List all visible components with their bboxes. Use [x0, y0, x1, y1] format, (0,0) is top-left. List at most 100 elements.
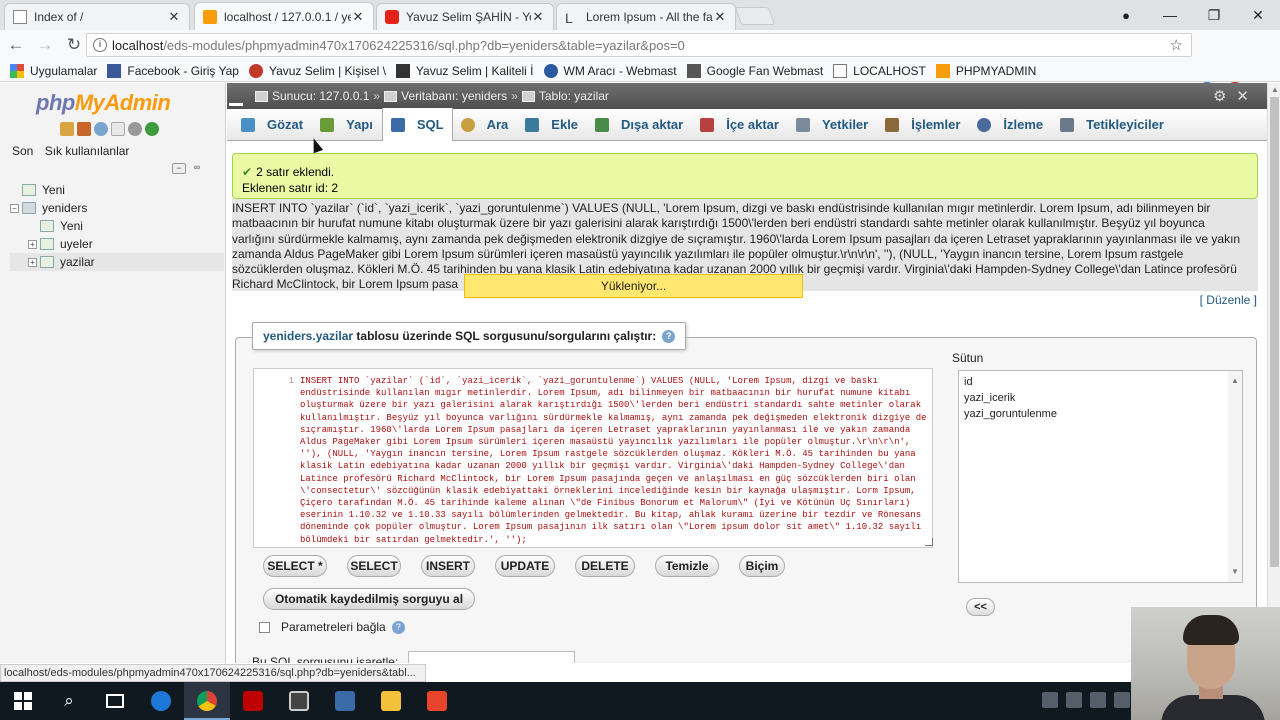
- browser-tab-phpmyadmin[interactable]: localhost / 127.0.0.1 / yer ✕: [194, 2, 374, 30]
- bind-parameters-checkbox[interactable]: [259, 621, 270, 633]
- back-icon[interactable]: ←: [3, 32, 29, 58]
- task-view-button[interactable]: [92, 682, 138, 720]
- get-auto-saved-query-button[interactable]: Otomatik kaydedilmiş sorguyu al: [263, 588, 475, 610]
- tab-import[interactable]: İçe aktar: [692, 109, 788, 141]
- columns-scrollbar[interactable]: ▲ ▼: [1228, 371, 1242, 582]
- taskbar-filezilla[interactable]: [230, 682, 276, 720]
- tree-item-yeniders[interactable]: − yeniders: [10, 199, 224, 217]
- help-icon[interactable]: ?: [391, 620, 405, 634]
- tab-sql[interactable]: SQL: [381, 108, 453, 141]
- page-scrollbar[interactable]: ▲: [1267, 83, 1280, 663]
- bookmark-query-input[interactable]: [408, 651, 575, 663]
- tray-icon[interactable]: [1090, 692, 1106, 708]
- columns-list[interactable]: id yazi_icerik yazi_goruntulenme ▲ ▼: [958, 370, 1243, 583]
- forward-icon[interactable]: →: [32, 32, 58, 58]
- bookmark-wm-araci[interactable]: WM Aracı - Webmast: [543, 63, 677, 78]
- select-button[interactable]: SELECT: [347, 555, 401, 577]
- select-all-button[interactable]: SELECT *: [263, 555, 327, 577]
- close-icon[interactable]: ✕: [167, 9, 181, 25]
- expand-icon[interactable]: +: [28, 257, 37, 267]
- browser-tab-index[interactable]: Index of / ✕: [4, 3, 190, 30]
- scroll-thumb[interactable]: [1270, 97, 1279, 567]
- maximize-window-button[interactable]: ❐: [1192, 7, 1236, 24]
- column-option[interactable]: yazi_icerik: [964, 390, 1237, 406]
- close-icon[interactable]: ✕: [713, 9, 727, 25]
- sql-editor[interactable]: 1 INSERT INTO `yazilar` (`id`, `yazi_ice…: [253, 368, 933, 548]
- browser-tab-lorem[interactable]: L Lorem Ipsum - All the fa ✕: [556, 3, 736, 30]
- tab-search[interactable]: Ara: [453, 109, 518, 141]
- home-icon[interactable]: [60, 122, 74, 136]
- start-button[interactable]: [0, 682, 46, 720]
- close-window-button[interactable]: ✕: [1236, 7, 1280, 24]
- bookmark-google-fan[interactable]: Google Fan Webmast: [686, 63, 823, 78]
- expand-icon[interactable]: +: [28, 239, 37, 249]
- reload-icon[interactable]: ↻: [61, 32, 87, 58]
- taskbar-network[interactable]: [322, 682, 368, 720]
- tab-tracking[interactable]: İzleme: [969, 109, 1052, 141]
- bookmark-apps[interactable]: Uygulamalar: [10, 63, 97, 78]
- help-icon[interactable]: ?: [662, 330, 676, 344]
- tab-insert[interactable]: Ekle: [517, 109, 587, 141]
- tab-browse[interactable]: Gözat: [227, 109, 312, 141]
- tree-item-uyeler[interactable]: + uyeler: [10, 235, 224, 253]
- info-icon[interactable]: i: [93, 38, 107, 52]
- bookmark-phpmyadmin[interactable]: PHPMYADMIN: [935, 63, 1036, 78]
- collapse-icon[interactable]: −: [10, 203, 19, 213]
- taskbar-app[interactable]: [276, 682, 322, 720]
- bookmark-star-icon[interactable]: ☆: [1170, 36, 1183, 54]
- gear-icon[interactable]: ⚙: [1213, 88, 1236, 105]
- tab-privileges[interactable]: Yetkiler: [788, 109, 877, 141]
- help-icon[interactable]: [94, 122, 108, 136]
- settings-icon[interactable]: [128, 122, 142, 136]
- tab-operations[interactable]: İşlemler: [877, 109, 969, 141]
- close-icon[interactable]: ✕: [1236, 88, 1259, 105]
- bookmark-localhost[interactable]: LOCALHOST: [833, 63, 926, 78]
- account-icon[interactable]: ●: [1104, 8, 1148, 23]
- bookmark-yavuz-kisisel[interactable]: Yavuz Selim | Kişisel \: [248, 63, 386, 78]
- reload-icon[interactable]: [145, 122, 159, 136]
- bookmark-facebook[interactable]: Facebook - Giriş Yap: [107, 63, 239, 78]
- format-button[interactable]: Biçim: [739, 555, 785, 577]
- tree-item-new-db[interactable]: Yeni: [10, 181, 224, 199]
- delete-button[interactable]: DELETE: [575, 555, 635, 577]
- tray-icon[interactable]: [1114, 692, 1130, 708]
- taskbar-explorer[interactable]: [368, 682, 414, 720]
- table-name-link[interactable]: yeniders.yazilar: [263, 329, 353, 343]
- address-bar[interactable]: i localhost/eds-modules/phpmyadmin470x17…: [86, 33, 1192, 57]
- resize-handle[interactable]: [925, 538, 933, 546]
- column-option[interactable]: yazi_goruntulenme: [964, 406, 1237, 422]
- update-button[interactable]: UPDATE: [495, 555, 555, 577]
- browser-tab-youtube[interactable]: Yavuz Selim ŞAHİN - You ✕: [376, 3, 554, 30]
- insert-column-button[interactable]: <<: [966, 598, 995, 616]
- docs-icon[interactable]: [111, 122, 125, 136]
- recent-tables-link[interactable]: Son: [12, 144, 33, 158]
- insert-button[interactable]: INSERT: [421, 555, 475, 577]
- edit-query-link[interactable]: [ Düzenle ]: [1200, 293, 1257, 307]
- favorite-tables-link[interactable]: Sık kullanılanlar: [45, 144, 130, 158]
- breadcrumb-database[interactable]: Veritabanı: yeniders: [384, 89, 507, 103]
- tray-icon[interactable]: [1042, 692, 1058, 708]
- close-icon[interactable]: ✕: [531, 9, 545, 25]
- phpmyadmin-logo[interactable]: phpMyAdmin: [36, 90, 171, 116]
- link-icon[interactable]: ∞: [190, 163, 204, 174]
- tab-structure[interactable]: Yapı: [312, 109, 382, 141]
- close-icon[interactable]: ✕: [351, 9, 365, 25]
- clear-button[interactable]: Temizle: [655, 555, 719, 577]
- taskbar-edge[interactable]: [138, 682, 184, 720]
- logout-icon[interactable]: [77, 122, 91, 136]
- collapse-all-icon[interactable]: −: [172, 163, 186, 174]
- tab-triggers[interactable]: Tetikleyiciler: [1052, 109, 1173, 141]
- column-option[interactable]: id: [964, 374, 1237, 390]
- tree-item-new-table[interactable]: Yeni: [10, 217, 224, 235]
- tree-item-yazilar[interactable]: + yazilar: [10, 253, 224, 271]
- tray-icon[interactable]: [1066, 692, 1082, 708]
- breadcrumb-table[interactable]: Tablo: yazilar: [521, 89, 609, 103]
- taskbar-chrome[interactable]: [184, 682, 230, 720]
- breadcrumb-server[interactable]: Sunucu: 127.0.0.1: [255, 89, 369, 103]
- taskbar-search[interactable]: ⌕: [46, 682, 92, 720]
- tab-export[interactable]: Dışa aktar: [587, 109, 692, 141]
- scroll-up-icon[interactable]: ▲: [1271, 85, 1279, 94]
- new-tab-button[interactable]: [734, 7, 776, 25]
- bookmark-yavuz-kaliteli[interactable]: Yavuz Selim | Kaliteli İ: [395, 63, 534, 78]
- taskbar-editor[interactable]: [414, 682, 460, 720]
